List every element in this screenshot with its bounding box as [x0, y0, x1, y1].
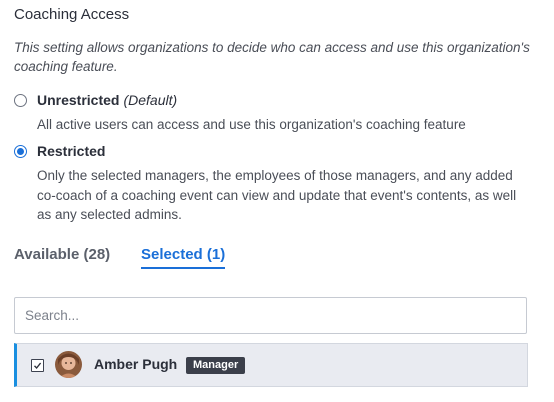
option-label[interactable]: Unrestricted (Default) [37, 92, 177, 108]
option-help-text: All active users can access and use this… [37, 117, 466, 132]
search-input[interactable] [15, 298, 525, 333]
option-label-text[interactable]: Restricted [37, 143, 105, 159]
restricted-radio[interactable] [14, 145, 27, 158]
default-tag: (Default) [123, 92, 178, 108]
option-label[interactable]: Restricted [37, 143, 105, 159]
tab-selected-label[interactable]: Selected (1) [141, 246, 225, 263]
section-description: This setting allows organizations to dec… [14, 40, 530, 74]
selected-user-row[interactable]: Amber Pugh Manager [14, 343, 528, 387]
unrestricted-radio[interactable] [14, 94, 27, 107]
search-box[interactable] [14, 297, 527, 334]
tab-available[interactable]: Available (28) [14, 246, 110, 263]
user-name: Amber Pugh [94, 356, 178, 372]
checkmark-icon [33, 362, 42, 370]
option-label-text[interactable]: Unrestricted [37, 92, 119, 108]
user-checkbox[interactable] [31, 359, 44, 372]
role-badge: Manager [186, 357, 246, 374]
avatar [55, 351, 82, 378]
coaching-access-settings: Coaching Access This setting allows orga… [0, 0, 554, 402]
option-help-text: Only the selected managers, the employee… [37, 168, 517, 222]
section-title: Coaching Access [14, 6, 130, 23]
tab-selected[interactable]: Selected (1) [141, 246, 226, 269]
active-tab-underline [141, 267, 226, 269]
